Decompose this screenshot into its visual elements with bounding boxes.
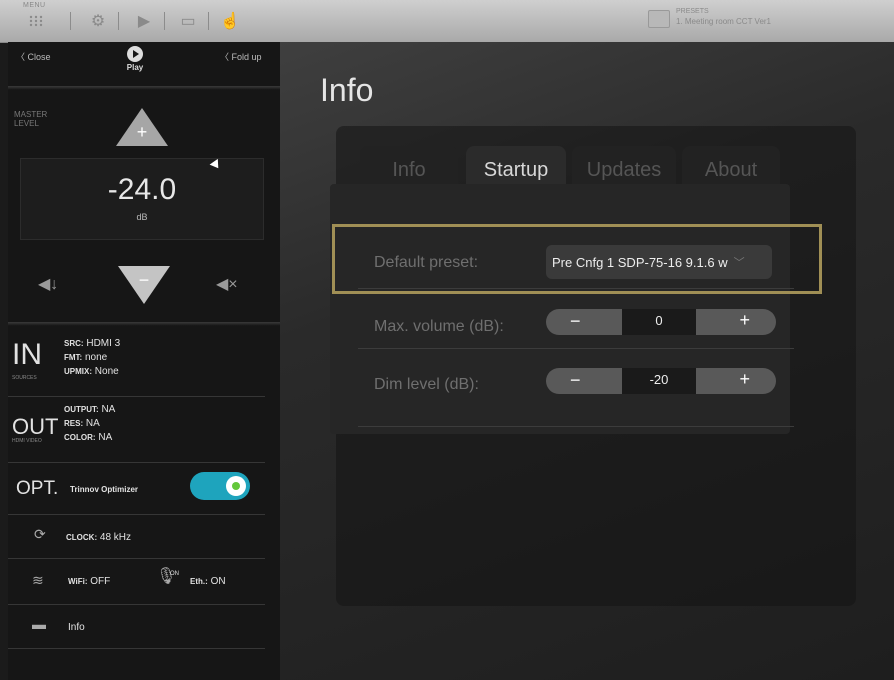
divider (70, 12, 71, 30)
level-unit: dB (136, 212, 148, 222)
dim-level-stepper: − -20 + (546, 368, 776, 394)
plus-icon: + (136, 122, 148, 142)
grid-icon[interactable] (24, 8, 48, 34)
default-preset-value: Pre Cnfg 1 SDP-75-16 9.1.6 w (552, 254, 728, 270)
dim-level-label: Dim level (dB): (374, 376, 479, 393)
divider (358, 426, 794, 427)
divider (8, 648, 265, 649)
dim-level-decrease-button[interactable]: − (570, 370, 581, 391)
divider (8, 604, 265, 605)
default-preset-select[interactable]: Pre Cnfg 1 SDP-75-16 9.1.6 w ﹀ (546, 245, 772, 279)
volume-dim-icon[interactable]: ◀↓ (38, 274, 58, 294)
opt-big-label: OPT. (16, 478, 59, 499)
max-volume-label: Max. volume (dB): (374, 318, 504, 335)
presets-value[interactable]: 1. Meeting room CCT Ver1 (676, 17, 771, 26)
max-volume-stepper: − 0 + (546, 309, 776, 335)
play-logo: Play (120, 46, 150, 80)
chevron-down-icon: ﹀ (733, 257, 745, 269)
left-panel: 〈 Close Play 〈 Fold up MASTER LEVEL + -2… (8, 42, 280, 680)
info-device-icon: ▬ (32, 616, 46, 632)
divider (8, 396, 265, 397)
divider (358, 348, 794, 349)
close-label: Close (27, 52, 51, 62)
max-volume-decrease-button[interactable]: − (570, 311, 581, 332)
level-value: -24.0 (107, 173, 177, 206)
info-link[interactable]: Info (68, 622, 85, 634)
close-button[interactable]: 〈 Close (16, 50, 51, 63)
top-bar: MENU ⚙ ▶ ▭ ☝ PRESETS 1. Meeting room CCT… (0, 0, 894, 43)
divider (8, 558, 265, 559)
divider (358, 288, 794, 289)
master-level-display: -24.0 dB (20, 158, 264, 240)
max-volume-increase-button[interactable]: + (739, 310, 750, 331)
color-row: COLOR: NA (64, 432, 113, 443)
src-row: SRC: HDMI 3 (64, 338, 121, 349)
divider (8, 86, 280, 90)
mic-on-label: ON (170, 571, 179, 577)
mute-icon[interactable]: ◀× (216, 274, 238, 294)
upmix-row: UPMIX: None (64, 366, 119, 377)
divider (8, 514, 265, 515)
clock-icon: ⟳ (34, 526, 46, 542)
main-panel: Info Info Startup Updates About Default … (280, 42, 894, 680)
play-circle-icon (127, 46, 143, 62)
fold-up-label: Fold up (231, 52, 262, 62)
res-row: RES: NA (64, 418, 100, 429)
fold-up-button[interactable]: 〈 Fold up (220, 50, 262, 63)
output-row: OUTPUT: NA (64, 404, 116, 415)
optimizer-toggle[interactable] (190, 472, 250, 500)
divider (164, 12, 165, 30)
minus-icon: − (138, 270, 150, 290)
wifi-icon: ≋ (32, 572, 44, 588)
play-icon[interactable]: ▶ (132, 8, 156, 34)
divider (208, 12, 209, 30)
clock-row: CLOCK: 48 kHz (66, 532, 132, 543)
wifi-row: WiFi: OFF (68, 576, 111, 587)
eth-row: Eth.: ON (190, 576, 226, 587)
default-preset-label: Default preset: (374, 254, 479, 271)
presets-label: PRESETS (676, 8, 709, 15)
sources-sub-label: SOURCES (12, 375, 37, 381)
dim-level-value[interactable]: -20 (622, 368, 696, 394)
out-big-label: OUT (12, 414, 59, 439)
toggle-knob (226, 476, 246, 496)
screen-icon[interactable]: ▭ (176, 8, 200, 34)
page-title: Info (320, 72, 374, 108)
play-logo-text: Play (126, 63, 144, 72)
gear-icon[interactable]: ⚙ (86, 8, 110, 34)
out-sub-label: HDMI VIDEO (12, 438, 42, 444)
optimizer-label: Trinnov Optimizer (70, 485, 139, 494)
divider (118, 12, 119, 30)
hand-icon[interactable]: ☝ (218, 8, 242, 34)
divider (8, 322, 280, 326)
sources-big-label: IN (12, 338, 42, 371)
master-level-label: MASTER LEVEL (14, 110, 48, 128)
fmt-row: FMT: none (64, 352, 108, 363)
divider (8, 462, 265, 463)
max-volume-value[interactable]: 0 (622, 309, 696, 335)
dim-level-increase-button[interactable]: + (739, 369, 750, 390)
folder-icon[interactable] (648, 10, 670, 28)
